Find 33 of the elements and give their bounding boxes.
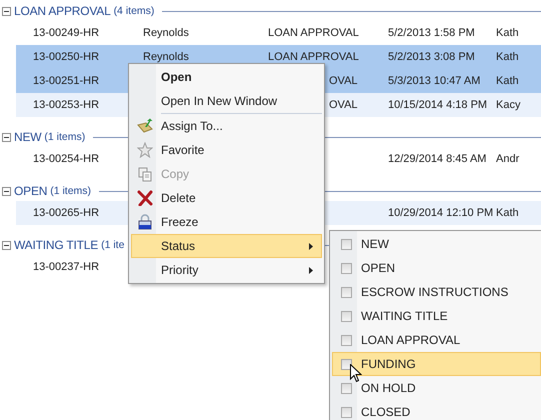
group-title: NEW xyxy=(14,130,42,144)
group-title: WAITING TITLE xyxy=(14,238,98,252)
table-cell: 5/3/2013 10:47 AM xyxy=(388,75,480,87)
table-cell: 13-00237-HR xyxy=(33,261,100,273)
group-title: OPEN xyxy=(14,184,48,198)
table-cell: OVAL xyxy=(329,75,358,87)
table-cell: Kath xyxy=(496,75,519,87)
group-title: LOAN APPROVAL xyxy=(14,4,111,18)
table-cell: Reynolds xyxy=(143,51,189,63)
table-cell: 10/15/2014 4:18 PM xyxy=(388,99,488,111)
table-cell: 13-00250-HR xyxy=(33,51,100,63)
group-count: (1 ite xyxy=(101,239,124,251)
table-cell: Kath xyxy=(496,51,519,63)
table-cell: Kacy xyxy=(496,99,520,111)
table-cell: 5/2/2013 1:58 PM xyxy=(388,27,475,39)
table-cell: 13-00253-HR xyxy=(33,99,100,111)
table-cell: 13-00265-HR xyxy=(33,207,100,219)
table-cell: 13-00251-HR xyxy=(33,75,100,87)
table-cell: OVAL xyxy=(329,99,358,111)
table-cell: LOAN APPROVAL xyxy=(268,51,359,63)
group-count: (4 items) xyxy=(114,5,154,17)
table-cell: 12/29/2014 8:45 AM xyxy=(388,153,486,165)
table-cell: Andr xyxy=(496,153,520,165)
table-cell: 13-00249-HR xyxy=(33,27,100,39)
table-cell: Kath xyxy=(496,27,519,39)
table-cell: Reynolds xyxy=(143,27,189,39)
table-cell: LOAN APPROVAL xyxy=(268,27,359,39)
table-cell: 5/2/2013 3:08 PM xyxy=(388,51,475,63)
group-count: (1 items) xyxy=(44,131,86,143)
table-cell: 10/29/2014 12:10 PM xyxy=(388,207,494,219)
group-count: (1 items) xyxy=(50,185,92,197)
table-cell: 13-00254-HR xyxy=(33,153,100,165)
table-cell: Kath xyxy=(496,207,519,219)
